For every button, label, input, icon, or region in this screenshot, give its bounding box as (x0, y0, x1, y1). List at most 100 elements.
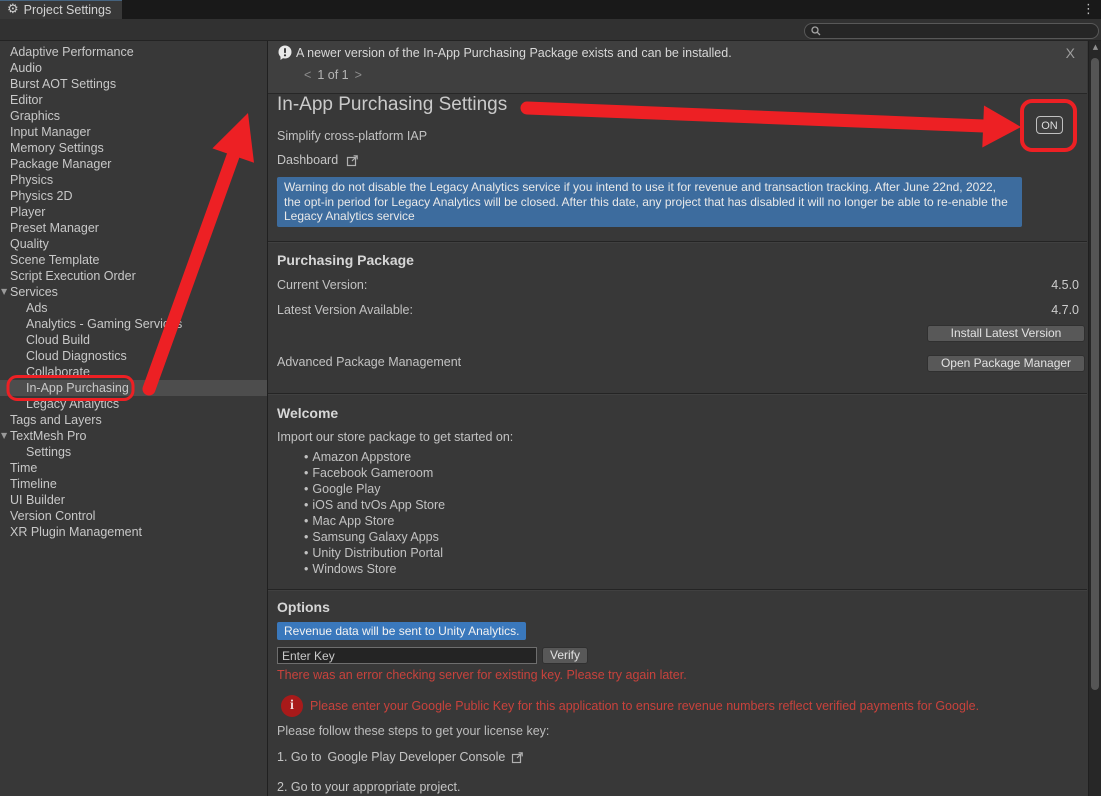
banner-close-icon[interactable]: X (1066, 45, 1075, 61)
sidebar-item-settings[interactable]: Settings (0, 444, 267, 460)
bullet-icon: • (304, 450, 308, 464)
sidebar-item-quality[interactable]: Quality (0, 236, 267, 252)
sidebar-item-preset-manager[interactable]: Preset Manager (0, 220, 267, 236)
enter-key-input[interactable] (277, 647, 537, 664)
sidebar-item-timeline[interactable]: Timeline (0, 476, 267, 492)
sidebar-item-memory-settings[interactable]: Memory Settings (0, 140, 267, 156)
pager-next-icon[interactable]: > (349, 68, 368, 82)
sidebar-item-burst-aot-settings[interactable]: Burst AOT Settings (0, 76, 267, 92)
sidebar-item-analytics-gaming-services[interactable]: Analytics - Gaming Services (0, 316, 267, 332)
scrollbar-thumb[interactable] (1091, 58, 1099, 690)
sidebar-item-label: Adaptive Performance (10, 45, 134, 59)
banner-message: A newer version of the In-App Purchasing… (296, 46, 732, 60)
sidebar-item-label: Package Manager (10, 157, 111, 171)
sidebar-item-label: Player (10, 205, 45, 219)
sidebar-item-version-control[interactable]: Version Control (0, 508, 267, 524)
sidebar-item-label: Cloud Diagnostics (26, 349, 127, 363)
sidebar-item-label: In-App Purchasing (26, 381, 129, 395)
tab-project-settings[interactable]: ⚙ Project Settings (0, 0, 122, 19)
sidebar-item-physics-2d[interactable]: Physics 2D (0, 188, 267, 204)
store-list-item: • Amazon Appstore (304, 449, 445, 465)
install-latest-version-button[interactable]: Install Latest Version (927, 325, 1085, 342)
store-name: Amazon Appstore (312, 450, 411, 464)
sidebar-item-label: Script Execution Order (10, 269, 136, 283)
dashboard-link[interactable]: Dashboard (277, 153, 359, 167)
store-name: iOS and tvOs App Store (312, 498, 445, 512)
verify-button[interactable]: Verify (542, 647, 588, 664)
sidebar-item-audio[interactable]: Audio (0, 60, 267, 76)
bullet-icon: • (304, 562, 308, 576)
sidebar-item-editor[interactable]: Editor (0, 92, 267, 108)
pager-prev-icon[interactable]: < (298, 68, 317, 82)
bullet-icon: • (304, 466, 308, 480)
sidebar-item-adaptive-performance[interactable]: Adaptive Performance (0, 44, 267, 60)
legacy-analytics-warning: Warning do not disable the Legacy Analyt… (277, 177, 1022, 227)
google-play-console-link[interactable]: Google Play Developer Console (327, 750, 505, 764)
sidebar-item-player[interactable]: Player (0, 204, 267, 220)
store-name: Mac App Store (312, 514, 394, 528)
main-panel: A newer version of the In-App Purchasing… (268, 41, 1087, 796)
search-box[interactable] (804, 23, 1099, 39)
sidebar-item-input-manager[interactable]: Input Manager (0, 124, 267, 140)
vertical-scrollbar[interactable]: ▲ (1088, 41, 1101, 796)
sidebar-item-label: Collaborate (26, 365, 90, 379)
sidebar-item-label: Time (10, 461, 37, 475)
sidebar-item-ui-builder[interactable]: UI Builder (0, 492, 267, 508)
sidebar-item-textmesh-pro[interactable]: ▼TextMesh Pro (0, 428, 267, 444)
current-version-value: 4.5.0 (1051, 278, 1079, 292)
pager-count: 1 of 1 (317, 68, 348, 82)
sidebar-item-cloud-build[interactable]: Cloud Build (0, 332, 267, 348)
sidebar-item-in-app-purchasing[interactable]: In-App Purchasing (0, 380, 267, 396)
analytics-badge: Revenue data will be sent to Unity Analy… (277, 622, 526, 640)
search-input[interactable] (824, 25, 1084, 37)
sidebar-item-tags-and-layers[interactable]: Tags and Layers (0, 412, 267, 428)
page-title: In-App Purchasing Settings (277, 94, 507, 116)
latest-version-value: 4.7.0 (1051, 303, 1079, 317)
open-package-manager-button[interactable]: Open Package Manager (927, 355, 1085, 372)
error-info-icon: i (281, 695, 303, 717)
scroll-up-icon[interactable]: ▲ (1089, 43, 1101, 51)
expand-triangle-icon[interactable]: ▼ (1, 284, 7, 300)
sidebar-item-label: Scene Template (10, 253, 99, 267)
sidebar-item-ads[interactable]: Ads (0, 300, 267, 316)
search-icon (811, 26, 821, 36)
sidebar-item-xr-plugin-management[interactable]: XR Plugin Management (0, 524, 267, 540)
iap-toggle-button[interactable]: ON (1036, 116, 1063, 134)
advanced-package-management-label: Advanced Package Management (277, 355, 461, 369)
gear-icon: ⚙ (7, 1, 19, 19)
sidebar-item-graphics[interactable]: Graphics (0, 108, 267, 124)
sidebar-item-cloud-diagnostics[interactable]: Cloud Diagnostics (0, 348, 267, 364)
store-list-item: •iOS and tvOs App Store (304, 497, 445, 513)
store-list-item: •Mac App Store (304, 513, 445, 529)
bullet-icon: • (304, 530, 308, 544)
sidebar-item-scene-template[interactable]: Scene Template (0, 252, 267, 268)
sidebar-item-label: Version Control (10, 509, 95, 523)
sidebar-item-label: UI Builder (10, 493, 65, 507)
page-subtitle: Simplify cross-platform IAP (277, 129, 427, 143)
sidebar-item-label: Graphics (10, 109, 60, 123)
update-notification-banner: A newer version of the In-App Purchasing… (268, 41, 1087, 94)
settings-toolbar (0, 19, 1101, 41)
sidebar-item-collaborate[interactable]: Collaborate (0, 364, 267, 380)
sidebar-item-legacy-analytics[interactable]: Legacy Analytics (0, 396, 267, 412)
purchasing-package-header: Purchasing Package (277, 252, 414, 268)
store-list-item: •Google Play (304, 481, 445, 497)
sidebar-item-physics[interactable]: Physics (0, 172, 267, 188)
sidebar: Adaptive PerformanceAudioBurst AOT Setti… (0, 41, 267, 796)
sidebar-item-script-execution-order[interactable]: Script Execution Order (0, 268, 267, 284)
sidebar-item-label: Tags and Layers (10, 413, 102, 427)
store-list-item: •Facebook Gameroom (304, 465, 445, 481)
sidebar-item-label: Memory Settings (10, 141, 104, 155)
store-list-item: •Unity Distribution Portal (304, 545, 445, 561)
sidebar-item-package-manager[interactable]: Package Manager (0, 156, 267, 172)
sidebar-item-time[interactable]: Time (0, 460, 267, 476)
external-link-icon[interactable] (346, 154, 359, 167)
sidebar-item-label: Timeline (10, 477, 57, 491)
sidebar-item-services[interactable]: ▼Services (0, 284, 267, 300)
kebab-menu-icon[interactable]: ⋮ (1082, 1, 1095, 19)
sidebar-item-label: Ads (26, 301, 48, 315)
external-link-icon[interactable] (511, 751, 524, 764)
expand-triangle-icon[interactable]: ▼ (1, 428, 7, 444)
sidebar-item-label: Burst AOT Settings (10, 77, 116, 91)
google-key-message: Please enter your Google Public Key for … (310, 699, 1070, 713)
